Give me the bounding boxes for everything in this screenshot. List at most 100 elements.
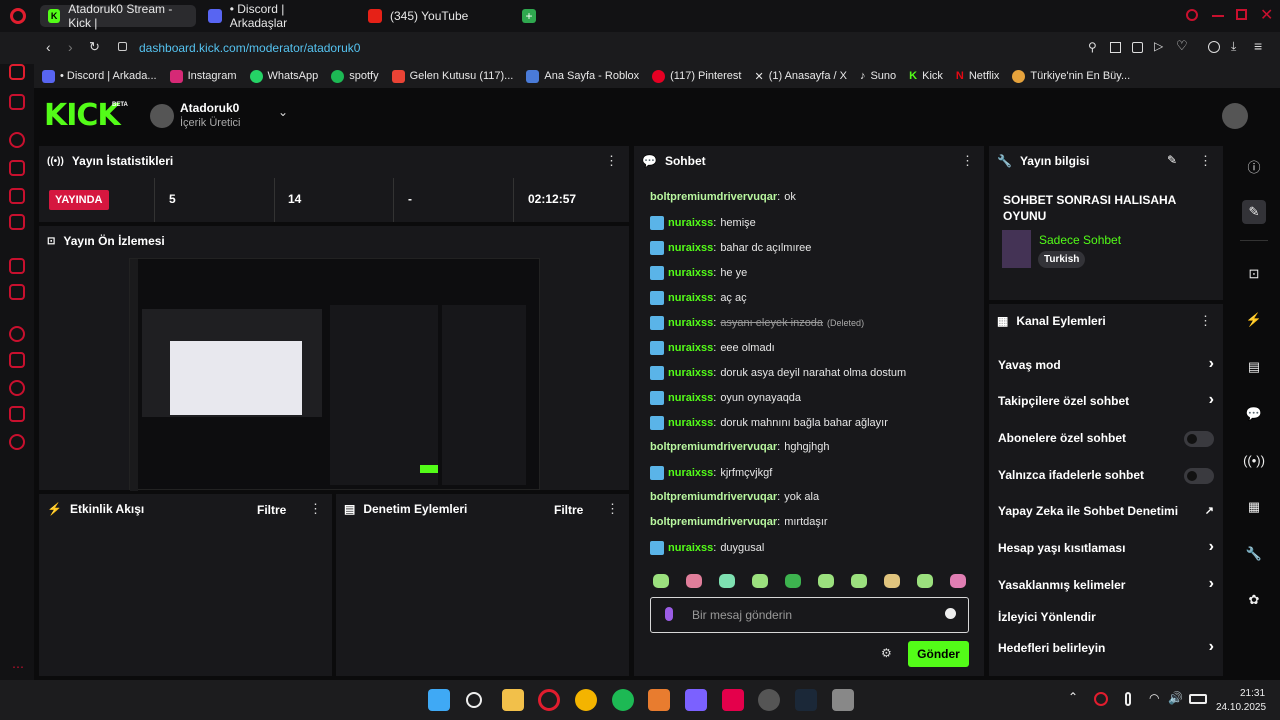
chat-username[interactable]: nuraixss — [668, 317, 713, 329]
chrome-icon[interactable] — [575, 689, 597, 711]
wrench-icon[interactable]: 🔧 — [1242, 542, 1266, 566]
sidebar-icon[interactable] — [9, 132, 25, 148]
back-icon[interactable]: ‹ — [46, 39, 51, 55]
steam-icon[interactable] — [795, 689, 817, 711]
dashboard-icon[interactable]: ▦ — [1242, 495, 1266, 519]
chat-message[interactable]: boltpremiumdrivervuqar: ok — [650, 191, 796, 203]
more-icon[interactable]: ⋮ — [606, 501, 619, 517]
sidebar-icon[interactable] — [9, 406, 25, 422]
more-icon[interactable]: ⋯ — [12, 660, 24, 674]
chevron-up-icon[interactable]: ⌃ — [1068, 690, 1078, 704]
app-icon[interactable] — [722, 689, 744, 711]
chat-message[interactable]: boltpremiumdrivervuqar: hghgjhgh — [650, 441, 829, 453]
bookmark-x[interactable]: ✕ (1) Anasayfa / X — [754, 70, 846, 83]
document-icon[interactable]: ▤ — [1242, 355, 1266, 379]
sidebar-icon[interactable] — [9, 94, 25, 110]
category-thumbnail[interactable] — [1002, 230, 1031, 268]
bookmark-turkiye[interactable]: Türkiye'nin En Büy... — [1012, 69, 1130, 83]
chat-message[interactable]: nuraixss: doruk asya deyil narahat olma d… — [650, 366, 906, 380]
chat-username[interactable]: nuraixss — [668, 242, 713, 254]
more-icon[interactable]: ⋮ — [309, 501, 322, 517]
snapshot-icon[interactable] — [1110, 42, 1121, 53]
emote[interactable] — [653, 574, 669, 588]
channel-action-item[interactable]: Yasaklanmış kelimeler › — [998, 576, 1214, 593]
play-icon[interactable]: ▷ — [1154, 39, 1163, 53]
app-icon[interactable] — [758, 689, 780, 711]
emote[interactable] — [917, 574, 933, 588]
new-tab-button[interactable]: + — [522, 9, 536, 23]
channel-name[interactable]: Atadoruk0 — [180, 101, 239, 115]
emote[interactable] — [785, 574, 801, 588]
broadcast-icon[interactable]: ((•)) — [1242, 448, 1266, 472]
chat-settings-icon[interactable]: ⚙ — [881, 646, 892, 660]
sidebar-icon[interactable] — [9, 160, 25, 176]
chat-username[interactable]: boltpremiumdrivervuqar — [650, 441, 777, 453]
forward-icon[interactable]: › — [68, 39, 73, 55]
chat-input[interactable]: Bir mesaj gönderin — [650, 597, 969, 633]
clock-time[interactable]: 21:31 — [1240, 688, 1265, 699]
microphone-icon[interactable] — [1125, 692, 1131, 706]
bookmark-suno[interactable]: ♪ Suno — [860, 70, 896, 82]
channel-action-item[interactable]: İzleyici Yönlendir — [998, 610, 1214, 624]
tab-kick[interactable]: K Atadoruk0 Stream - Kick | — [40, 2, 196, 30]
user-avatar[interactable] — [1222, 103, 1248, 129]
search-tabs-icon[interactable] — [1186, 9, 1198, 21]
avatar[interactable] — [150, 104, 174, 128]
chat-username[interactable]: nuraixss — [668, 292, 713, 304]
home-icon[interactable] — [9, 64, 25, 80]
category-link[interactable]: Sadece Sohbet — [1039, 233, 1121, 247]
opera-icon[interactable] — [10, 8, 26, 24]
chat-username[interactable]: nuraixss — [668, 467, 713, 479]
toggle-switch[interactable] — [1184, 431, 1214, 447]
bookmark-roblox[interactable]: Ana Sayfa - Roblox — [526, 69, 639, 83]
volume-icon[interactable]: 🔊 — [1168, 691, 1183, 705]
tab-youtube[interactable]: (345) YouTube — [360, 5, 510, 27]
bookmark-pinterest[interactable]: (117) Pinterest — [652, 69, 741, 83]
filter-button[interactable]: Filtre — [257, 503, 286, 517]
maximize-icon[interactable] — [1236, 9, 1247, 20]
url-field[interactable]: dashboard.kick.com/moderator/atadoruk0 — [139, 41, 360, 55]
emote[interactable] — [818, 574, 834, 588]
sidebar-icon[interactable] — [9, 434, 25, 450]
app-icon[interactable] — [832, 689, 854, 711]
toggle-switch[interactable] — [1184, 468, 1214, 484]
chat-message[interactable]: boltpremiumdrivervuqar: yok ala — [650, 491, 819, 503]
emote[interactable] — [686, 574, 702, 588]
channel-action-item[interactable]: Hesap yaşı kısıtlaması › — [998, 539, 1214, 556]
bookmark-spotify[interactable]: spotfy — [331, 69, 379, 83]
chat-message[interactable]: boltpremiumdrivervuqar: mırtdaşır — [650, 516, 828, 528]
chevron-down-icon[interactable]: ⌄ — [278, 105, 288, 119]
chat-username[interactable]: nuraixss — [668, 217, 713, 229]
emote[interactable] — [851, 574, 867, 588]
chat-username[interactable]: nuraixss — [668, 542, 713, 554]
bookmark-whatsapp[interactable]: WhatsApp — [249, 69, 318, 83]
chat-message[interactable]: nuraixss: duygusal — [650, 541, 764, 555]
file-explorer-icon[interactable] — [502, 689, 524, 711]
filter-button[interactable]: Filtre — [554, 503, 583, 517]
sidebar-icon[interactable] — [9, 380, 25, 396]
bookmark-gmail[interactable]: Gelen Kutusu (117)... — [391, 69, 513, 83]
chat-message[interactable]: nuraixss: kjrfmçvjkgf — [650, 466, 772, 480]
lightning-icon[interactable]: ⚡ — [1242, 308, 1266, 332]
reload-icon[interactable]: ↻ — [89, 39, 100, 55]
channel-action-item[interactable]: Yalnızca ifadelerle sohbet — [998, 468, 1214, 484]
chat-message[interactable]: nuraixss: bahar dc açılmıree — [650, 241, 811, 255]
emote[interactable] — [719, 574, 735, 588]
bookmark-discord[interactable]: • Discord | Arkada... — [42, 69, 157, 83]
edit-icon[interactable]: ✎ — [1167, 153, 1177, 167]
tab-discord[interactable]: • Discord | Arkadaşlar — [200, 2, 350, 30]
sidebar-icon[interactable] — [9, 326, 25, 342]
close-icon[interactable]: ✕ — [1260, 5, 1273, 25]
microphone-icon[interactable] — [665, 607, 673, 621]
more-icon[interactable]: ⋮ — [961, 153, 974, 169]
sidebar-icon[interactable] — [9, 284, 25, 300]
info-icon[interactable]: ⓘ — [1242, 154, 1266, 178]
channel-action-item[interactable]: Yavaş mod › — [998, 356, 1214, 373]
send-button[interactable]: Gönder — [908, 641, 969, 667]
download-icon[interactable]: ⤓ — [1231, 39, 1236, 54]
sidebar-icon[interactable] — [9, 188, 25, 204]
sidebar-icon[interactable] — [9, 352, 25, 368]
more-icon[interactable]: ⋮ — [605, 153, 618, 169]
profile-icon[interactable] — [1208, 41, 1220, 53]
chat-message[interactable]: nuraixss: oyun oynayaqda — [650, 391, 801, 405]
